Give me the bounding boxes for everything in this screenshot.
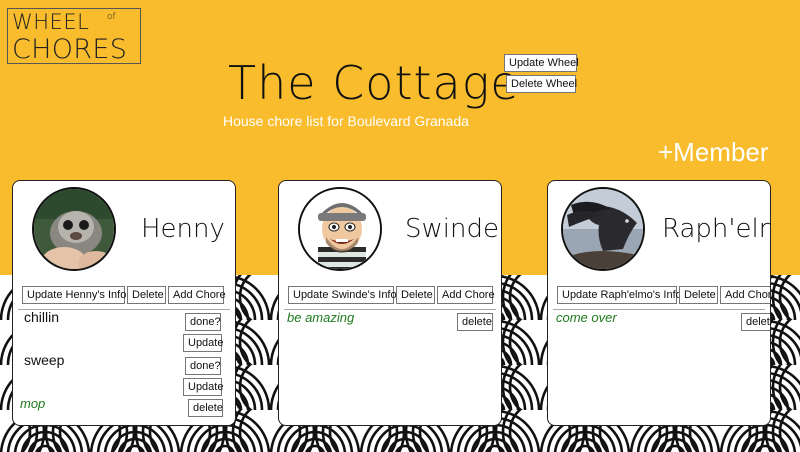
logo-wheel-text: WHEEL — [12, 10, 90, 34]
goal-name: mop — [20, 396, 46, 411]
member-name: Swinde — [405, 214, 499, 244]
member-avatar — [32, 187, 116, 271]
member-card-swinde: Swinde Update Swinde's Info Delete Add C… — [278, 180, 502, 426]
delete-member-button[interactable]: Delete — [396, 286, 435, 304]
delete-member-button[interactable]: Delete — [679, 286, 718, 304]
member-avatar — [298, 187, 382, 271]
update-member-button[interactable]: Update Raph'elmo's Info — [557, 286, 682, 304]
delete-member-button[interactable]: Delete — [127, 286, 166, 304]
chore-name: chillin — [24, 309, 60, 325]
logo-chores-text: CHORES — [12, 34, 128, 65]
delete-wheel-button[interactable]: Delete Wheel — [506, 75, 577, 93]
add-chore-button[interactable]: Add Chore — [720, 286, 770, 304]
chore-update-button[interactable]: Update — [183, 378, 223, 396]
wheel-title: The Cottage — [228, 56, 520, 110]
add-chore-button[interactable]: Add Chore — [437, 286, 495, 304]
update-member-button[interactable]: Update Swinde's Info — [288, 286, 397, 304]
add-chore-button[interactable]: Add Chore — [168, 286, 226, 304]
goal-name: come over — [556, 310, 617, 325]
chore-done-button[interactable]: done? — [185, 313, 221, 331]
goal-delete-button[interactable]: delete — [741, 313, 770, 331]
logo-of-text: of — [107, 12, 116, 22]
wheel-description: House chore list for Boulevard Granada — [223, 113, 469, 129]
update-member-button[interactable]: Update Henny's Info — [22, 286, 126, 304]
chore-name: sweep — [24, 352, 65, 368]
member-card-henny: Henny Update Henny's Info Delete Add Cho… — [12, 180, 236, 426]
add-member-button[interactable]: +Member — [658, 137, 769, 168]
goal-name: be amazing — [287, 310, 355, 325]
member-name: Henny — [141, 214, 225, 244]
member-avatar — [561, 187, 645, 271]
member-name: Raph'elmo — [662, 214, 770, 244]
goal-delete-button[interactable]: delete — [188, 399, 223, 417]
goal-delete-button[interactable]: delete — [457, 313, 493, 331]
chore-update-button[interactable]: Update — [183, 334, 223, 352]
chore-done-button[interactable]: done? — [185, 357, 221, 375]
update-wheel-button[interactable]: Update Wheel — [504, 54, 579, 72]
member-card-raphelmo: Raph'elmo Update Raph'elmo's Info Delete… — [547, 180, 771, 426]
app-logo[interactable]: WHEEL of CHORES — [7, 8, 141, 64]
